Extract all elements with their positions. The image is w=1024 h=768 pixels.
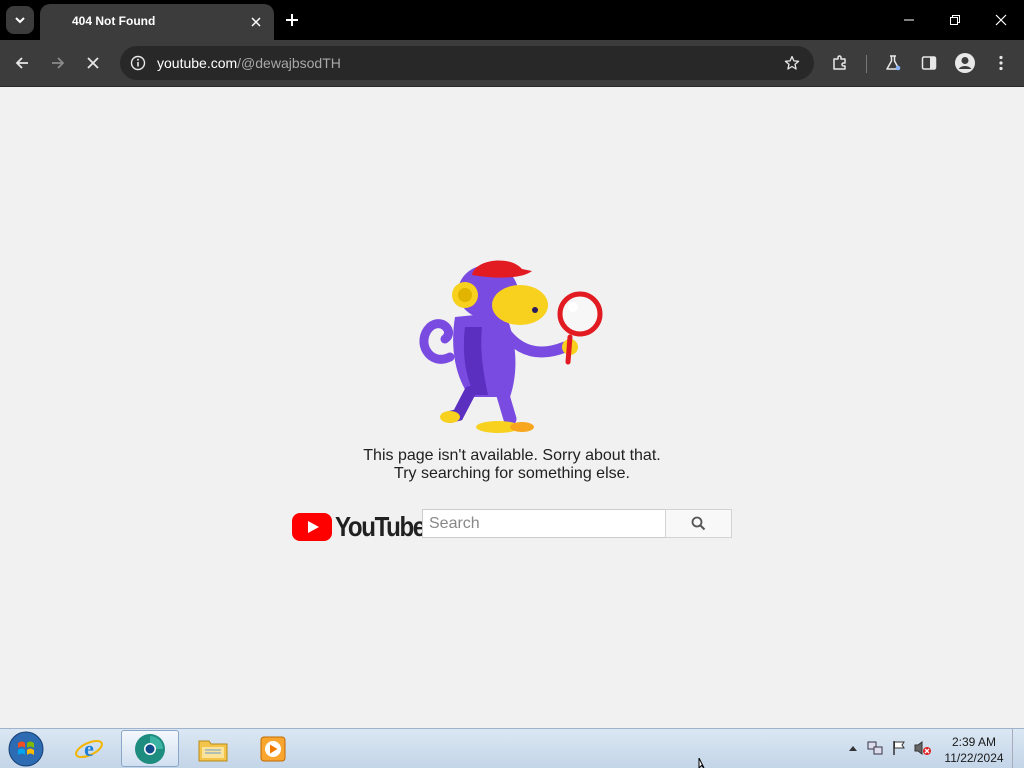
- start-button[interactable]: [6, 731, 46, 767]
- search-icon: [691, 516, 706, 531]
- url-text: youtube.com/@dewajbsodTH: [157, 55, 341, 71]
- taskbar-internet-explorer[interactable]: e: [60, 730, 118, 767]
- search-input[interactable]: [422, 509, 666, 538]
- close-icon: [251, 17, 261, 27]
- tab-strip: 404 Not Found: [0, 0, 1024, 40]
- tab-close-button[interactable]: [246, 12, 266, 32]
- plus-icon: [286, 14, 298, 26]
- url-path: /@dewajbsodTH: [237, 55, 341, 71]
- forward-icon: [52, 57, 65, 69]
- restore-icon: [950, 15, 960, 25]
- url-host: youtube.com: [157, 55, 238, 71]
- mouse-cursor: [698, 758, 705, 768]
- show-desktop-button[interactable]: [1012, 729, 1024, 768]
- tray-action-center[interactable]: [890, 737, 908, 759]
- ie-icon: e: [75, 736, 103, 761]
- star-icon: [784, 55, 800, 70]
- tray-show-hidden[interactable]: [844, 737, 862, 759]
- windows-start-icon: [8, 731, 44, 767]
- message-line-1: This page isn't available. Sorry about t…: [363, 447, 661, 464]
- folder-icon: [198, 740, 228, 761]
- restore-button[interactable]: [932, 0, 978, 40]
- new-tab-button[interactable]: [280, 8, 304, 32]
- taskbar-media-player[interactable]: [244, 730, 302, 767]
- flag-icon: [893, 741, 905, 755]
- svg-text:e: e: [84, 736, 94, 761]
- youtube-logo[interactable]: YouTube: [292, 511, 439, 543]
- extensions-icon: [833, 55, 846, 70]
- side-panel-button[interactable]: [914, 48, 944, 78]
- chevron-down-icon: [15, 17, 25, 24]
- tray-volume[interactable]: [914, 737, 932, 759]
- close-icon: [995, 14, 1007, 26]
- forward-button[interactable]: [43, 48, 73, 78]
- monkey-illustration: [419, 260, 603, 433]
- address-bar[interactable]: youtube.com/@dewajbsodTH: [120, 46, 814, 80]
- side-panel-icon: [921, 56, 937, 70]
- minimize-button[interactable]: [886, 0, 932, 40]
- chevron-up-icon: [849, 746, 857, 751]
- youtube-play-icon: [292, 513, 332, 541]
- more-icon: [999, 55, 1003, 71]
- tab-active[interactable]: 404 Not Found: [40, 4, 274, 40]
- back-button[interactable]: [7, 48, 37, 78]
- labs-icon: [886, 55, 901, 71]
- taskbar-file-explorer[interactable]: [184, 730, 242, 767]
- taskbar-chrome[interactable]: [121, 730, 179, 767]
- search-button[interactable]: [665, 509, 732, 538]
- tray-network[interactable]: [866, 737, 884, 759]
- close-window-button[interactable]: [978, 0, 1024, 40]
- profile-icon: [955, 53, 975, 73]
- volume-muted-icon: [914, 741, 931, 755]
- profile-button[interactable]: [950, 48, 980, 78]
- back-icon: [15, 57, 28, 69]
- browser-toolbar: youtube.com/@dewajbsodTH: [0, 40, 1024, 87]
- network-icon: [867, 741, 883, 755]
- toolbar-divider: [866, 55, 867, 73]
- tab-search-button[interactable]: [6, 6, 34, 34]
- minimize-icon: [904, 19, 914, 21]
- chrome-beta-icon: [135, 733, 165, 764]
- windows-taskbar: e 2:39 AM 11/22/2024: [0, 728, 1024, 768]
- stop-icon: [87, 57, 99, 69]
- clock-date: 11/22/2024: [944, 751, 1004, 765]
- tab-title: 404 Not Found: [72, 14, 156, 28]
- stop-button[interactable]: [78, 48, 108, 78]
- menu-button[interactable]: [986, 48, 1016, 78]
- labs-button[interactable]: [878, 48, 908, 78]
- info-icon: [130, 55, 146, 71]
- not-available-message: This page isn't available. Sorry about t…: [0, 447, 1024, 483]
- clock-time: 2:39 AM: [951, 735, 997, 749]
- youtube-logo-text: YouTube: [335, 511, 426, 542]
- media-player-icon: [260, 736, 286, 761]
- taskbar-clock[interactable]: 2:39 AM 11/22/2024: [938, 734, 1010, 766]
- bookmark-button[interactable]: [780, 51, 804, 75]
- message-line-2: Try searching for something else.: [394, 465, 630, 482]
- page-content: This page isn't available. Sorry about t…: [0, 87, 1024, 728]
- site-info-button[interactable]: [126, 51, 150, 75]
- extensions-button[interactable]: [825, 48, 855, 78]
